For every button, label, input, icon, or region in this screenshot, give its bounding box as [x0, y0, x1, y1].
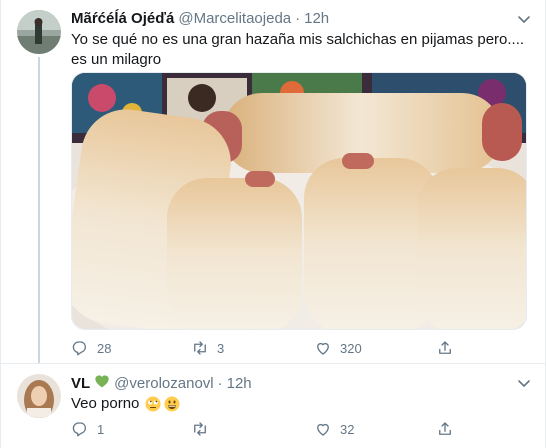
- retweet-button[interactable]: 3: [191, 338, 224, 358]
- like-icon: [317, 342, 329, 355]
- reply-count: 28: [97, 340, 112, 356]
- avatar[interactable]: [17, 374, 61, 418]
- tweet-header: VL @verolozanovl · 12h: [71, 374, 252, 394]
- retweet-button[interactable]: [191, 419, 217, 439]
- timestamp[interactable]: 12h: [304, 10, 329, 27]
- tweet-photo[interactable]: [71, 72, 527, 330]
- thread-connector: [38, 57, 40, 363]
- tweet[interactable]: VL @verolozanovl · 12h Veo porno 1 32: [1, 363, 546, 448]
- share-icon: [439, 422, 451, 435]
- caret-down-icon[interactable]: [517, 376, 531, 390]
- reply-button[interactable]: 28: [71, 338, 111, 358]
- retweet-icon: [194, 341, 206, 355]
- tweet-actions: 28 3 320: [71, 338, 491, 358]
- reply-icon: [72, 422, 87, 437]
- retweet-count: 3: [217, 340, 225, 356]
- retweet-icon: [194, 422, 206, 436]
- like-button[interactable]: 320: [314, 338, 362, 358]
- tweet-text-row: Veo porno: [71, 394, 180, 414]
- avatar[interactable]: [17, 10, 61, 54]
- like-count: 32: [340, 421, 355, 437]
- grinning-emoji: [164, 396, 180, 412]
- display-name[interactable]: Mãŕćéĺá Ojéďá: [71, 10, 174, 27]
- timestamp[interactable]: 12h: [227, 375, 252, 392]
- share-icon: [439, 341, 451, 354]
- like-count: 320: [340, 340, 362, 356]
- caret-down-icon[interactable]: [517, 12, 531, 26]
- tweet-text: Veo porno: [71, 395, 140, 412]
- rolling-eyes-emoji: [145, 396, 161, 412]
- separator: ·: [217, 375, 223, 392]
- user-handle[interactable]: @verolozanovl: [114, 375, 213, 392]
- tweet-actions: 1 32: [71, 419, 491, 439]
- reply-button[interactable]: 1: [71, 419, 104, 439]
- tweet-header: Mãŕćéĺá Ojéďá @Marcelitaojeda · 12h: [71, 10, 329, 30]
- separator: ·: [295, 10, 301, 27]
- user-handle[interactable]: @Marcelitaojeda: [178, 10, 291, 27]
- display-name[interactable]: VL: [71, 375, 90, 392]
- green-heart-emoji: [94, 374, 110, 392]
- timeline: Mãŕćéĺá Ojéďá @Marcelitaojeda · 12h Yo s…: [0, 0, 546, 448]
- reply-icon: [72, 341, 87, 356]
- like-icon: [317, 423, 329, 436]
- reply-count: 1: [97, 421, 105, 437]
- tweet[interactable]: Mãŕćéĺá Ojéďá @Marcelitaojeda · 12h Yo s…: [1, 0, 546, 363]
- like-button[interactable]: 32: [314, 419, 354, 439]
- share-button[interactable]: [436, 338, 454, 358]
- tweet-text: Yo se qué no es una gran hazaña mis salc…: [71, 31, 525, 68]
- share-button[interactable]: [436, 419, 454, 439]
